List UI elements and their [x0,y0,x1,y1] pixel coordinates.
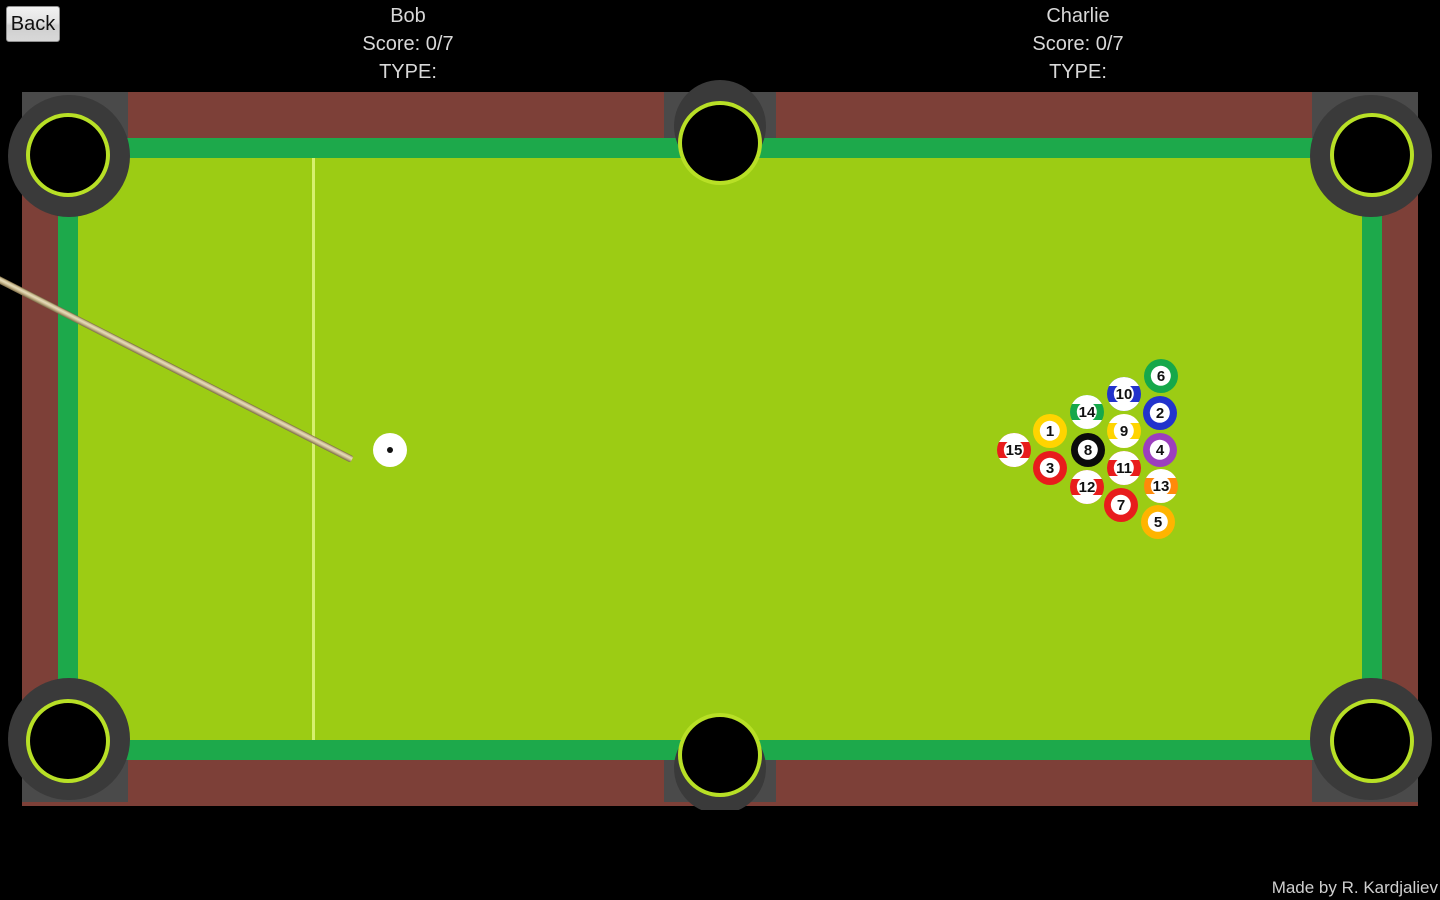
ball-8[interactable]: 8 [1071,433,1105,467]
ball-number-3: 3 [1039,457,1061,479]
ball-number-6: 6 [1150,365,1172,387]
player-left-type: TYPE: [379,61,437,83]
pool-table[interactable]: 15 1 3 14 8 12 10 9 11 7 6 2 4 13 5 [0,80,1440,814]
pocket-top-middle[interactable] [682,105,758,181]
pool-game-screen: Back Bob Score: 0/7 TYPE: Charlie Score:… [0,0,1440,900]
ball-15[interactable]: 15 [997,433,1031,467]
back-button[interactable]: Back [6,6,60,42]
ball-number-7: 7 [1110,494,1132,516]
pocket-bottom-right[interactable] [1334,703,1410,779]
player-info-right: Charlie Score: 0/7 TYPE: [918,2,1238,86]
ball-number-15: 15 [1003,439,1025,461]
ball-9[interactable]: 9 [1107,414,1141,448]
ball-3[interactable]: 3 [1033,451,1067,485]
ball-10[interactable]: 10 [1107,377,1141,411]
ball-number-1: 1 [1039,420,1061,442]
cue-ball-dot [387,447,393,453]
ball-13[interactable]: 13 [1144,469,1178,503]
player-right-type: TYPE: [1049,61,1107,83]
ball-1[interactable]: 1 [1033,414,1067,448]
head-string-line [312,158,315,740]
ball-number-14: 14 [1076,401,1098,423]
ball-number-8: 8 [1077,439,1099,461]
pocket-top-left[interactable] [30,117,106,193]
player-right-name: Charlie [1046,5,1110,27]
ball-5[interactable]: 5 [1141,505,1175,539]
pocket-bottom-middle[interactable] [682,717,758,793]
ball-number-10: 10 [1113,383,1135,405]
ball-number-13: 13 [1150,475,1172,497]
ball-number-12: 12 [1076,476,1098,498]
ball-12[interactable]: 12 [1070,470,1104,504]
credit-text: Made by R. Kardjaliev [1271,878,1438,897]
ball-number-5: 5 [1147,511,1169,533]
player-left-score: Score: 0/7 [362,33,454,55]
ball-number-2: 2 [1149,402,1171,424]
ball-6[interactable]: 6 [1144,359,1178,393]
pocket-bottom-left[interactable] [30,703,106,779]
ball-14[interactable]: 14 [1070,395,1104,429]
player-left-name: Bob [390,5,426,27]
player-right-score: Score: 0/7 [1032,33,1124,55]
ball-2[interactable]: 2 [1143,396,1177,430]
top-hud: Back Bob Score: 0/7 TYPE: Charlie Score:… [0,0,1440,88]
ball-4[interactable]: 4 [1143,433,1177,467]
ball-7[interactable]: 7 [1104,488,1138,522]
pocket-top-right[interactable] [1334,117,1410,193]
cue-ball[interactable] [373,433,407,467]
bottom-controls: Shoot Made by R. Kardjaliev [0,810,1440,900]
ball-number-4: 4 [1149,439,1171,461]
player-info-left: Bob Score: 0/7 TYPE: [248,2,568,86]
ball-number-11: 11 [1113,457,1135,479]
ball-11[interactable]: 11 [1107,451,1141,485]
